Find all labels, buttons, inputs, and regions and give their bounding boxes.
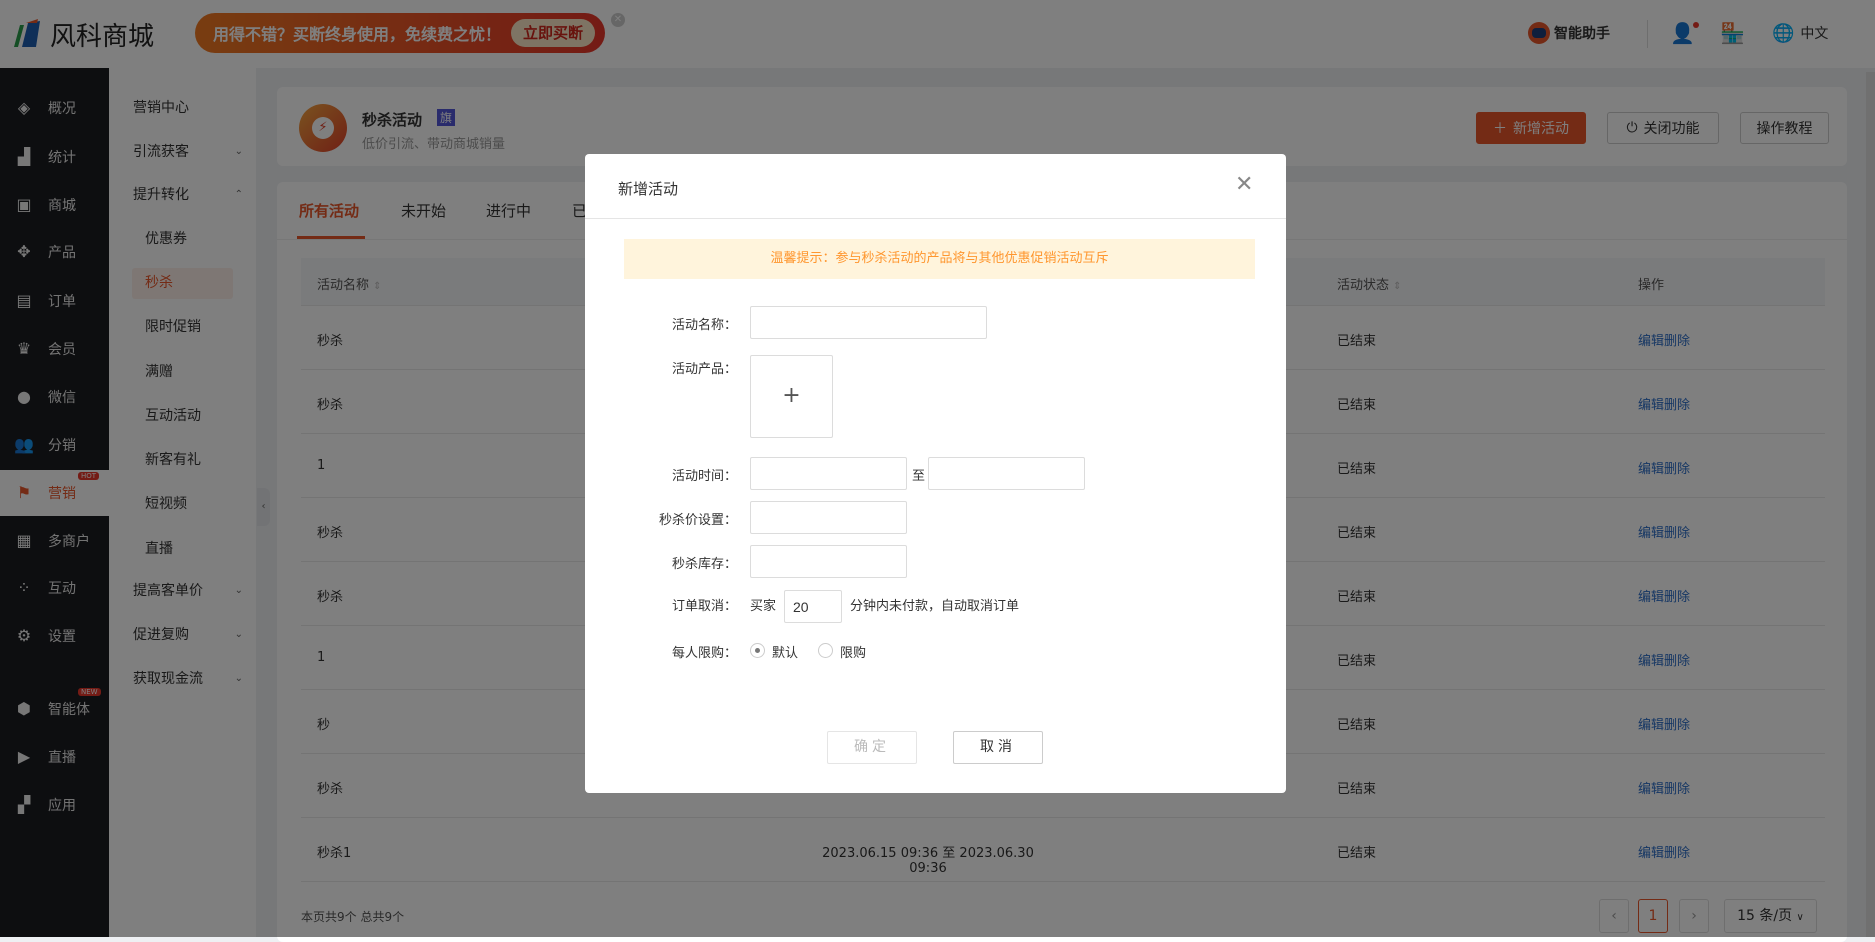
add-product-button[interactable]: + [750,355,833,438]
to-label: 至 [912,469,926,484]
dialog-divider [585,218,1286,219]
end-time-input[interactable] [928,457,1085,490]
product-label: 活动产品： [671,362,737,377]
add-activity-dialog: 新增活动 ✕ 温馨提示：参与秒杀活动的产品将与其他优惠促销活动互斥 活动名称： … [585,154,1286,793]
stock-label: 秒杀库存： [671,557,737,572]
limit-option-label: 限购 [840,646,867,661]
stock-input[interactable] [750,545,907,578]
cancel-suffix: 分钟内未付款，自动取消订单 [850,599,1020,614]
start-time-input[interactable] [750,457,907,490]
limit-label: 每人限购： [671,646,737,661]
price-input[interactable] [750,501,907,534]
notice-bar: 温馨提示：参与秒杀活动的产品将与其他优惠促销活动互斥 [624,239,1255,279]
price-label: 秒杀价设置： [658,513,737,528]
radio-limit[interactable] [818,643,833,658]
name-label: 活动名称： [671,318,737,333]
dialog-title: 新增活动 [618,180,679,198]
confirm-button[interactable]: 确定 [827,731,917,764]
buyer-label: 买家 [750,599,777,614]
radio-default[interactable] [750,643,765,658]
cancel-minutes-input[interactable] [784,590,842,623]
default-option-label: 默认 [772,646,799,661]
cancel-label: 订单取消： [671,599,737,614]
time-label: 活动时间： [671,469,737,484]
activity-name-input[interactable] [750,306,987,339]
close-icon[interactable]: ✕ [1235,172,1253,197]
cancel-button[interactable]: 取消 [953,731,1043,764]
